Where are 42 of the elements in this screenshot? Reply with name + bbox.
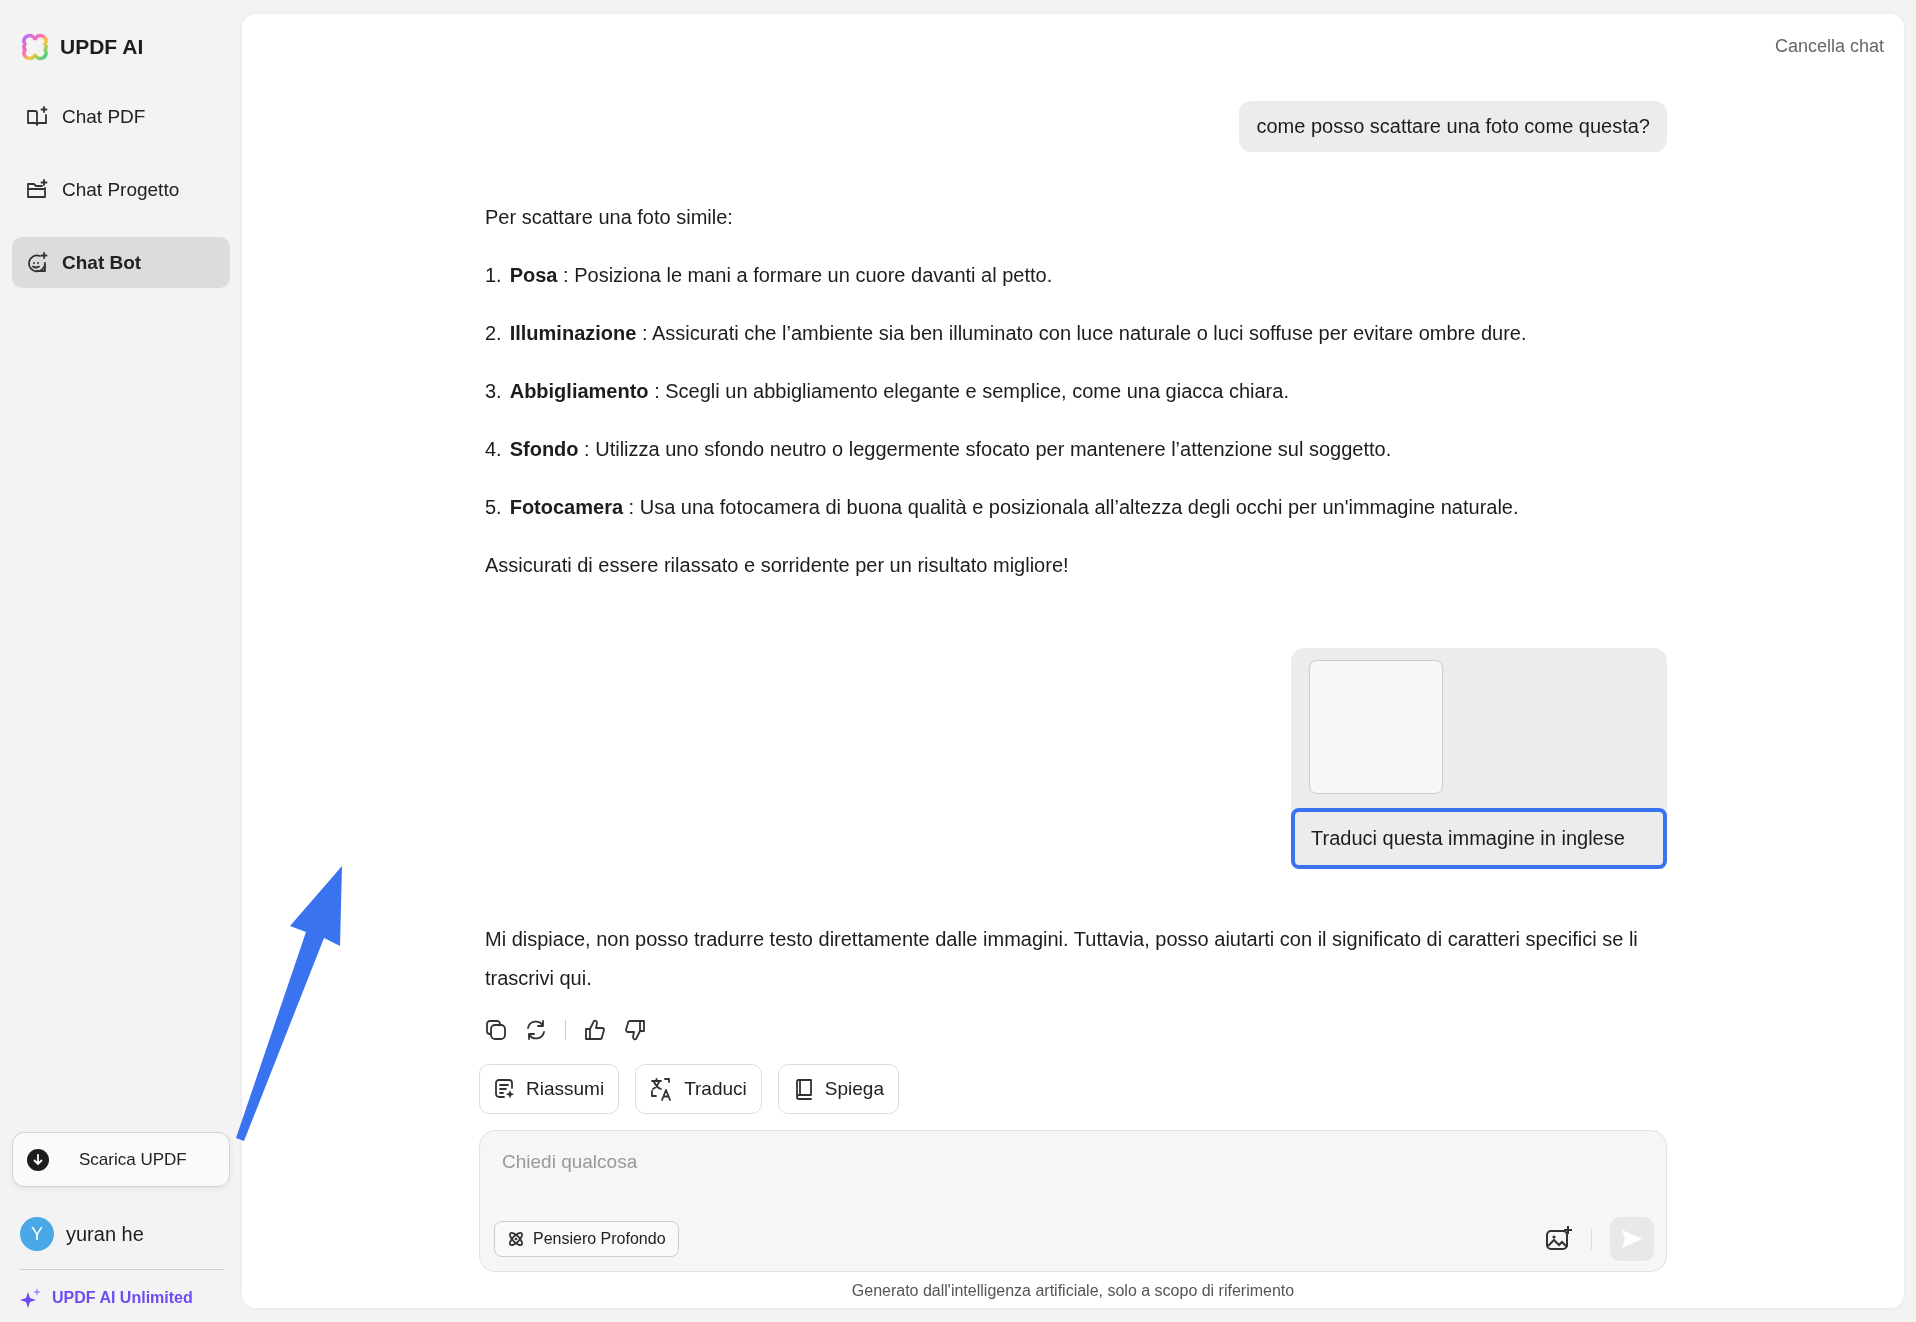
chat-bot-icon [26,251,48,274]
copy-icon[interactable] [485,1019,507,1041]
thumbs-down-icon[interactable] [624,1019,646,1041]
list-item-text: Posa : Posiziona le mani a formare un cuore davanti al petto. [509,263,1053,288]
list-item-text: Sfondo : Utilizza uno sfondo neutro o leggermente sfocato per mantenere l’attenzione sul soggetto. [509,437,1392,462]
atom-icon [507,1230,525,1248]
disclaimer-text: Generato dall'intelligenza artificiale, solo a scopo di riferimento [850,1281,1296,1301]
sparkle-icon [20,1288,42,1308]
bot-message-text: Mi dispiace, non posso tradurre testo direttamente dalle immagini. Tuttavia, posso aiutarti con il significato di caratteri specifici se li trascrivi qui. [485,927,1639,991]
book-icon [26,105,48,128]
user-name[interactable]: yuran he [66,1222,144,1246]
sidebar-item[interactable]: Chat Bot [12,237,230,288]
list-item-text: Abbigliamento : Scegli un abbigliamento elegante e semplice, come una giacca chiara. [509,379,1289,404]
download-button[interactable]: Scarica UPDF [12,1132,230,1187]
thumbs-up-icon[interactable] [584,1019,606,1041]
quick-action-button[interactable]: Riassumi [479,1064,620,1114]
user-message: Traduci questa immagine in inglese [1291,808,1667,869]
logo-icon [20,32,50,62]
sidebar-item[interactable]: Chat Progetto [12,164,230,215]
folder-icon [26,178,48,201]
refresh-icon[interactable] [525,1019,547,1041]
list-number: 4. [485,438,502,461]
list-item-text: Illuminazione : Assicurati che l’ambiente sia ben illuminato con luce naturale o luci soffuse per evitare ombre dure. [509,321,1527,346]
list-item-text: Fotocamera : Usa una fotocamera di buona qualità e posizionala all’altezza degli occhi per un'immagine naturale. [509,495,1519,520]
bot-message-text: Assicurati di essere rilassato e sorridente per un risultato migliore! [485,553,1070,578]
clear-chat-link[interactable]: Cancella chat [1774,36,1884,57]
quick-action-button[interactable]: Traduci [635,1064,762,1114]
image-upload-icon[interactable] [1545,1226,1573,1252]
quick-action-button[interactable]: Spiega [777,1064,899,1114]
summary-icon [494,1078,516,1100]
app-name: UPDF AI [60,35,144,59]
message-input[interactable]: Chiedi qualcosa Pensiero Profondo [479,1130,1667,1272]
plan-link[interactable]: UPDF AI Unlimited [52,1289,193,1307]
sidebar-item[interactable]: Chat PDF [12,91,230,142]
list-number: 1. [485,264,502,287]
user-message: come posso scattare una foto come questa? [1239,101,1667,152]
download-icon [27,1148,49,1171]
list-number: 5. [485,496,502,519]
deep-thinking-button[interactable]: Pensiero Profondo [494,1221,679,1257]
list-number: 3. [485,380,502,403]
bot-message-text: Per scattare una foto simile: [485,205,734,230]
list-number: 2. [485,322,502,345]
